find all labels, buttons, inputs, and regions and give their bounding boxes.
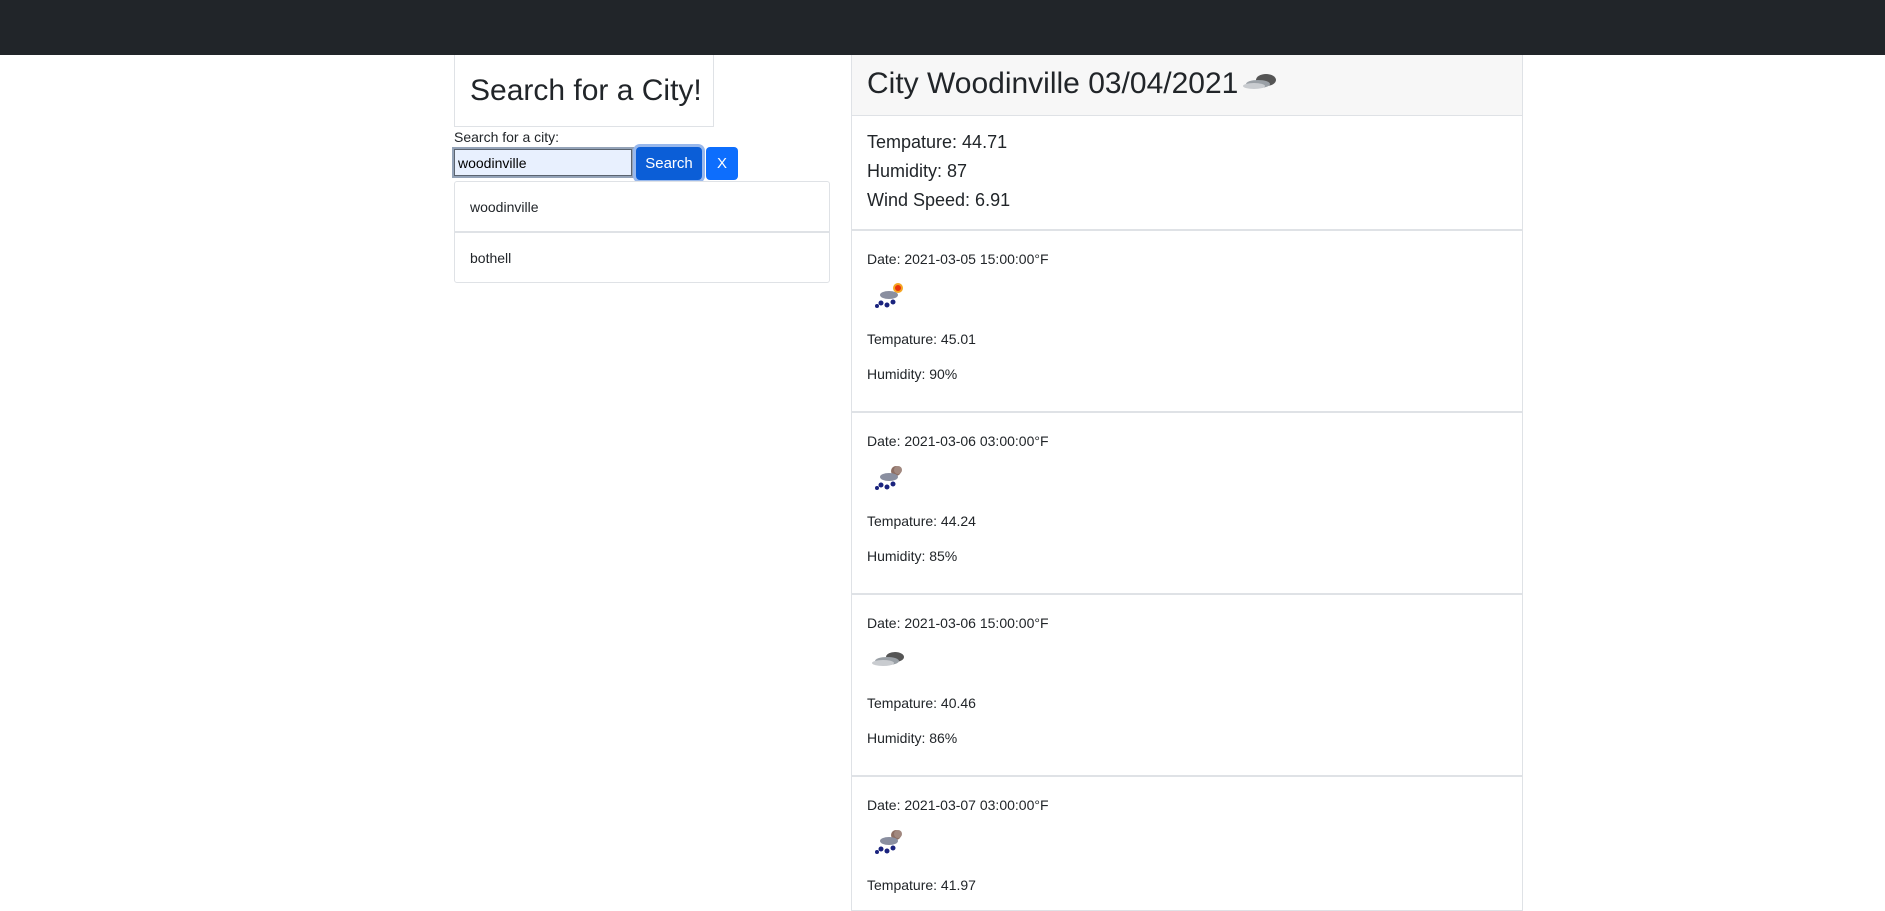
forecast-card: Date: 2021-03-05 15:00:00°F Tempature: 4… xyxy=(851,230,1523,412)
forecast-card: Date: 2021-03-07 03:00:00°F Tempature: 4… xyxy=(851,776,1523,911)
search-button[interactable]: Search xyxy=(636,147,702,180)
search-history-list: woodinville bothell xyxy=(454,181,830,283)
forecast-temperature: Tempature: 40.46 xyxy=(867,695,976,711)
cloud-icon xyxy=(1242,69,1282,103)
current-weather-header: City Woodinville 03/04/2021 xyxy=(852,55,1522,116)
forecast-humidity: Humidity: 85% xyxy=(867,548,958,564)
history-item-bothell[interactable]: bothell xyxy=(454,232,830,283)
current-humidity: Humidity: 87 xyxy=(867,161,968,181)
current-temperature: Tempature: 44.71 xyxy=(867,132,1008,152)
top-navbar xyxy=(0,0,1885,55)
forecast-date: Date: 2021-03-06 03:00:00°F xyxy=(867,433,1049,449)
forecast-humidity: Humidity: 90% xyxy=(867,366,958,382)
search-title-card: Search for a City! xyxy=(454,55,714,127)
current-wind-speed: Wind Speed: 6.91 xyxy=(867,190,1011,210)
forecast-date: Date: 2021-03-05 15:00:00°F xyxy=(867,251,1049,267)
night-rain-icon xyxy=(875,830,902,854)
forecast-date: Date: 2021-03-07 03:00:00°F xyxy=(867,797,1049,813)
forecast-humidity: Humidity: 86% xyxy=(867,730,958,746)
forecast-temperature: Tempature: 41.97 xyxy=(867,877,976,893)
cloud-icon xyxy=(872,652,904,666)
forecast-temperature: Tempature: 44.24 xyxy=(867,513,976,529)
forecast-card: Date: 2021-03-06 03:00:00°F Tempature: 4… xyxy=(851,412,1523,594)
sun-rain-icon xyxy=(875,283,903,308)
forecast-temperature: Tempature: 45.01 xyxy=(867,331,976,347)
search-title: Search for a City! xyxy=(470,73,702,107)
forecast-date: Date: 2021-03-06 15:00:00°F xyxy=(867,615,1049,631)
search-label: Search for a city: xyxy=(454,129,560,145)
current-weather-card: City Woodinville 03/04/2021 Tempature: 4… xyxy=(851,55,1523,230)
forecast-card: Date: 2021-03-06 15:00:00°F Tempature: 4… xyxy=(851,594,1523,776)
current-weather-body: Tempature: 44.71 Humidity: 87 Wind Speed… xyxy=(852,116,1522,215)
history-item-woodinville[interactable]: woodinville xyxy=(454,181,830,232)
current-city-heading: City Woodinville 03/04/2021 xyxy=(867,67,1282,102)
city-search-input[interactable] xyxy=(452,147,634,178)
clear-button[interactable]: X xyxy=(706,147,738,180)
night-rain-icon xyxy=(875,466,902,490)
